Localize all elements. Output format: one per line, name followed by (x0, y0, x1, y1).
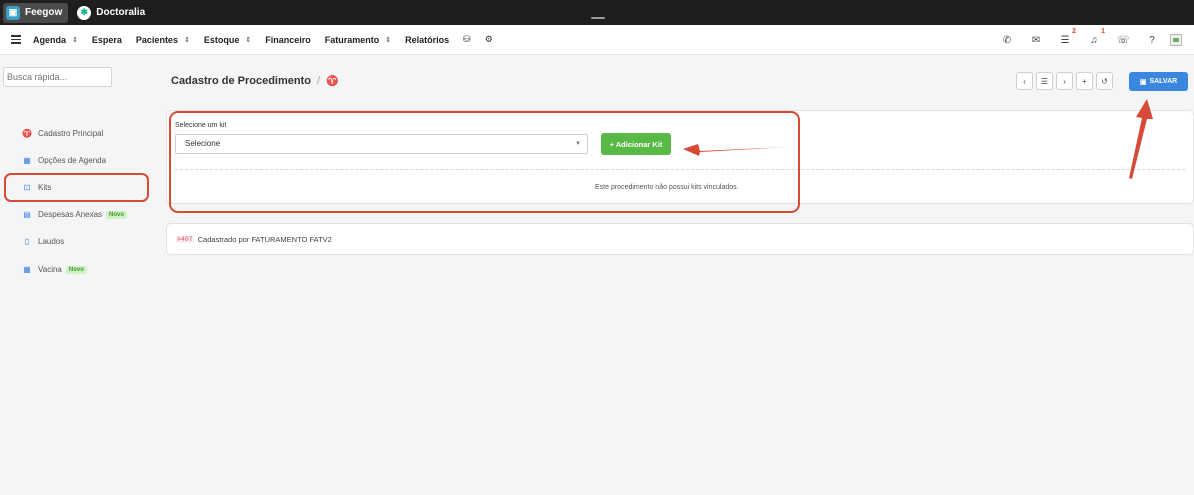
annotation-arrow-add-kit (683, 144, 789, 156)
annotation-arrows (683, 99, 1153, 179)
annotation-arrow-save (1129, 99, 1153, 179)
